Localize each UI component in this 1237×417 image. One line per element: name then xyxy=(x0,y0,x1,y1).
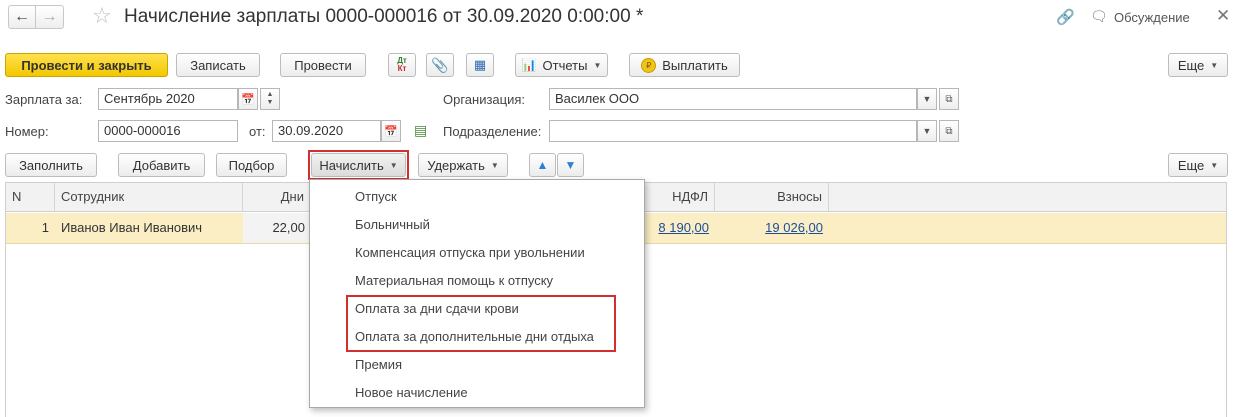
reports-label: Отчеты xyxy=(542,57,588,73)
favorite-star-icon[interactable]: ☆ xyxy=(92,3,112,29)
deduct-button[interactable]: Удержать ▼ xyxy=(418,153,508,177)
move-down-button[interactable]: ▼ xyxy=(557,153,584,177)
date-label: от: xyxy=(249,124,266,139)
discussion-link[interactable]: Обсуждение xyxy=(1114,10,1190,25)
chevron-down-icon: ▼ xyxy=(922,126,932,136)
close-icon[interactable]: ✕ xyxy=(1216,6,1230,26)
forward-button[interactable]: → xyxy=(36,5,64,29)
column-header-employee[interactable]: Сотрудник xyxy=(55,183,243,211)
organization-dropdown-button[interactable]: ▼ xyxy=(917,88,937,110)
cell-n: 1 xyxy=(41,220,49,235)
column-header-contributions[interactable]: Взносы xyxy=(715,183,829,211)
attachments-button[interactable]: 📎 xyxy=(426,53,454,77)
chevron-down-icon: ▼ xyxy=(922,94,932,104)
organization-field[interactable]: Василек ООО xyxy=(549,88,917,110)
department-dropdown-button[interactable]: ▼ xyxy=(917,120,937,142)
chevron-up-icon: ▲ xyxy=(266,91,274,98)
open-icon: ⧉ xyxy=(945,93,953,105)
report-icon: 📊 xyxy=(521,58,537,72)
more-label: Еще xyxy=(1177,57,1205,73)
arrow-right-icon: → xyxy=(41,8,58,25)
menu-item-vacation-compensation[interactable]: Компенсация отпуска при увольнении xyxy=(355,245,585,260)
date-calendar-button[interactable]: 📅 xyxy=(381,120,401,142)
discussion-icon[interactable]: 🗨 xyxy=(1090,8,1108,25)
save-button[interactable]: Записать xyxy=(176,53,260,77)
chevron-down-icon: ▼ xyxy=(593,60,602,70)
add-button[interactable]: Добавить xyxy=(118,153,205,177)
cell-contributions[interactable]: 19 026,00 xyxy=(715,213,829,243)
calendar-icon: 📅 xyxy=(384,125,398,138)
more-label: Еще xyxy=(1177,157,1205,173)
select-button[interactable]: Подбор xyxy=(216,153,287,177)
number-label: Номер: xyxy=(5,124,49,139)
salary-for-field[interactable]: Сентябрь 2020 xyxy=(98,88,238,110)
post-and-close-button[interactable]: Провести и закрыть xyxy=(5,53,168,77)
accrue-highlight-box xyxy=(308,150,409,180)
back-button[interactable]: ← xyxy=(8,5,36,29)
pay-label: Выплатить xyxy=(662,57,728,73)
reports-button[interactable]: 📊 Отчеты ▼ xyxy=(515,53,608,77)
pay-button[interactable]: ₽ Выплатить xyxy=(629,53,740,77)
chevron-down-icon: ▼ xyxy=(266,99,274,106)
move-up-button[interactable]: ▲ xyxy=(529,153,556,177)
cell-employee: Иванов Иван Иванович xyxy=(61,220,203,235)
menu-highlight-box xyxy=(346,295,616,352)
link-icon[interactable]: 🔗 xyxy=(1056,8,1075,26)
department-label: Подразделение: xyxy=(443,124,542,139)
chevron-down-icon: ▼ xyxy=(490,160,499,170)
number-field[interactable]: 0000-000016 xyxy=(98,120,238,142)
column-header-n[interactable]: N xyxy=(6,183,55,211)
menu-item-bonus[interactable]: Премия xyxy=(355,357,402,372)
structure-icon: ▦ xyxy=(473,57,487,72)
accrue-dropdown-menu: Отпуск Больничный Компенсация отпуска пр… xyxy=(309,179,645,408)
paperclip-icon: 📎 xyxy=(431,56,449,73)
dtkt-report-button[interactable]: Дт Кт xyxy=(388,53,416,77)
calendar-button[interactable]: 📅 xyxy=(238,88,258,110)
period-stepper[interactable]: ▲ ▼ xyxy=(260,88,280,110)
comment-icon[interactable]: ▤ xyxy=(414,122,427,139)
cell-days: 22,00 xyxy=(243,213,311,243)
menu-item-vacation[interactable]: Отпуск xyxy=(355,189,397,204)
date-field[interactable]: 30.09.2020 xyxy=(272,120,381,142)
coin-icon: ₽ xyxy=(641,57,657,73)
calendar-icon: 📅 xyxy=(241,93,255,106)
window-title: Начисление зарплаты 0000-000016 от 30.09… xyxy=(124,6,644,27)
organization-open-button[interactable]: ⧉ xyxy=(939,88,959,110)
post-button[interactable]: Провести xyxy=(280,53,366,77)
deduct-label: Удержать xyxy=(427,157,485,173)
arrow-down-icon: ▼ xyxy=(564,158,577,172)
open-icon: ⧉ xyxy=(945,125,953,137)
department-open-button[interactable]: ⧉ xyxy=(939,120,959,142)
dtkt-icon: Дт Кт xyxy=(397,56,407,73)
column-header-days[interactable]: Дни xyxy=(243,183,311,211)
organization-label: Организация: xyxy=(443,92,526,107)
chevron-down-icon: ▼ xyxy=(1210,160,1219,170)
arrow-left-icon: ← xyxy=(14,8,30,25)
arrow-up-icon: ▲ xyxy=(536,158,549,172)
more-button-table[interactable]: Еще ▼ xyxy=(1168,153,1228,177)
menu-item-vacation-aid[interactable]: Материальная помощь к отпуску xyxy=(355,273,553,288)
chevron-down-icon: ▼ xyxy=(1210,60,1219,70)
ndfl-link[interactable]: 8 190,00 xyxy=(658,220,709,235)
department-field[interactable] xyxy=(549,120,917,142)
structure-button[interactable]: ▦ xyxy=(466,53,494,77)
salary-for-label: Зарплата за: xyxy=(5,92,83,107)
more-button-top[interactable]: Еще ▼ xyxy=(1168,53,1228,77)
contributions-link[interactable]: 19 026,00 xyxy=(765,220,823,235)
menu-item-sick-leave[interactable]: Больничный xyxy=(355,217,430,232)
fill-button[interactable]: Заполнить xyxy=(5,153,97,177)
menu-item-new-accrual[interactable]: Новое начисление xyxy=(355,385,468,400)
